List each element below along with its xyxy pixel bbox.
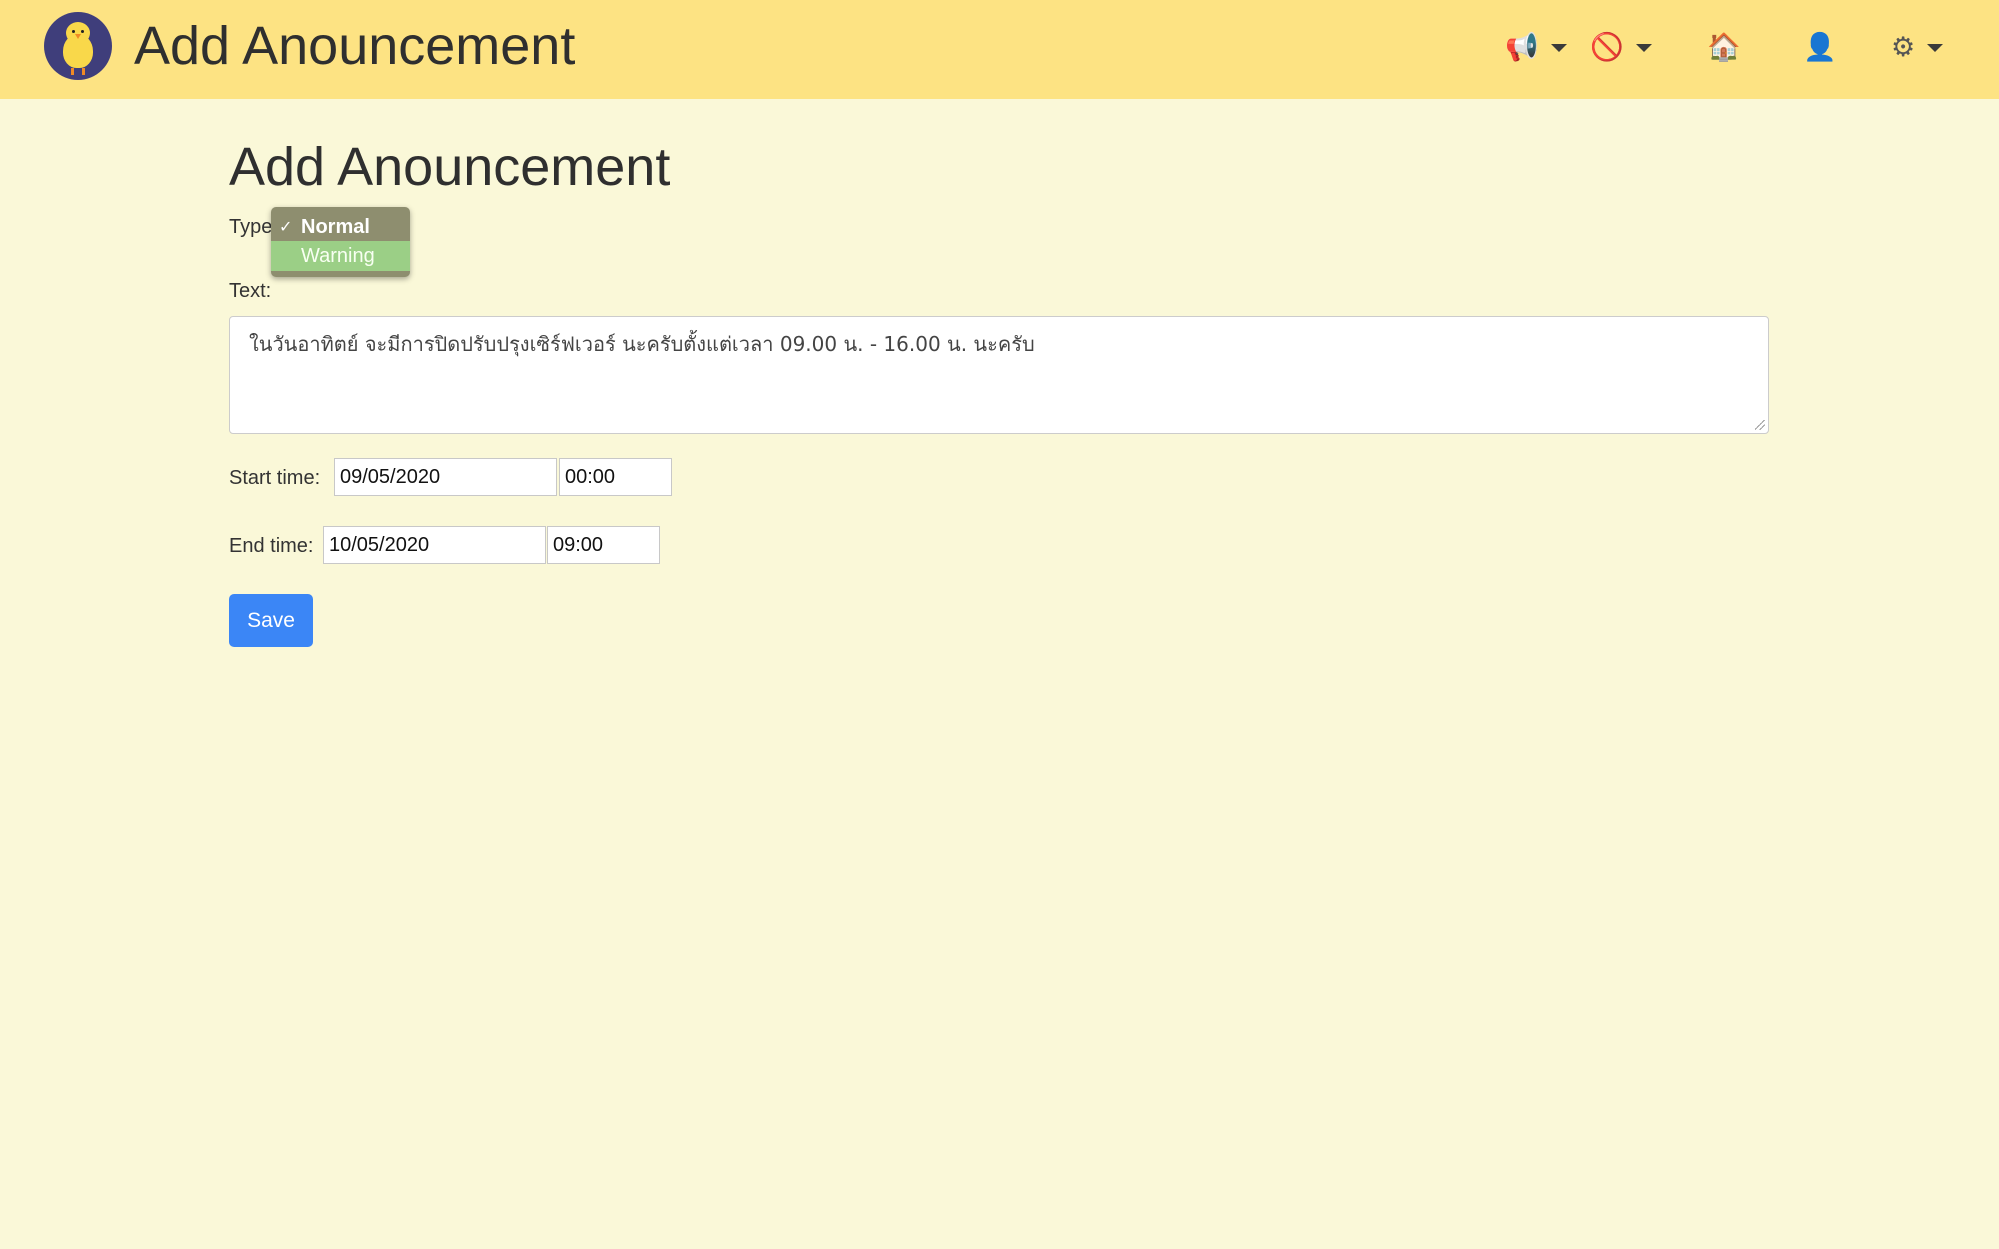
text-label: Text: (229, 280, 272, 302)
announcement-text-input[interactable]: ในวันอาทิตย์ จะมีการปิดปรับปรุงเซิร์ฟเวอ… (229, 316, 1769, 434)
save-button[interactable]: Save (229, 594, 313, 647)
announcements-menu[interactable]: 📢 (1505, 28, 1567, 68)
end-time-label: End time: (229, 535, 314, 557)
blocked-menu[interactable]: 🚫 (1590, 28, 1652, 68)
resize-handle-icon[interactable] (1755, 420, 1765, 430)
chevron-down-icon (1927, 44, 1944, 52)
type-option-warning[interactable]: Warning (271, 241, 410, 271)
chevron-down-icon (1635, 44, 1652, 52)
end-time-input[interactable]: 09:00 (547, 526, 660, 564)
chick-logo-icon[interactable] (44, 12, 112, 80)
start-date-input[interactable]: 09/05/2020 (334, 458, 557, 496)
settings-menu[interactable]: ⚙ (1891, 28, 1944, 68)
prohibited-icon: 🚫 (1590, 32, 1624, 63)
user-icon: 👤 (1803, 32, 1837, 63)
start-time-input[interactable]: 00:00 (559, 458, 672, 496)
app-title: Add Anouncement (134, 16, 576, 76)
type-option-normal[interactable]: ✓ Normal (271, 212, 410, 242)
checkmark-icon: ✓ (279, 217, 293, 236)
gear-icon: ⚙ (1891, 32, 1916, 63)
end-date-input[interactable]: 10/05/2020 (323, 526, 546, 564)
page-title: Add Anouncement (229, 137, 671, 197)
navbar: Add Anouncement 📢 🚫 🏠 👤 ⚙ (0, 0, 1999, 99)
home-link[interactable]: 🏠 (1707, 28, 1741, 68)
chevron-down-icon (1550, 44, 1567, 52)
megaphone-icon: 📢 (1505, 32, 1539, 63)
start-time-label: Start time: (229, 467, 321, 489)
type-label: Type (229, 216, 273, 238)
profile-link[interactable]: 👤 (1803, 28, 1837, 68)
house-icon: 🏠 (1707, 32, 1741, 63)
type-select-dropdown[interactable]: ✓ Normal Warning (271, 207, 410, 277)
